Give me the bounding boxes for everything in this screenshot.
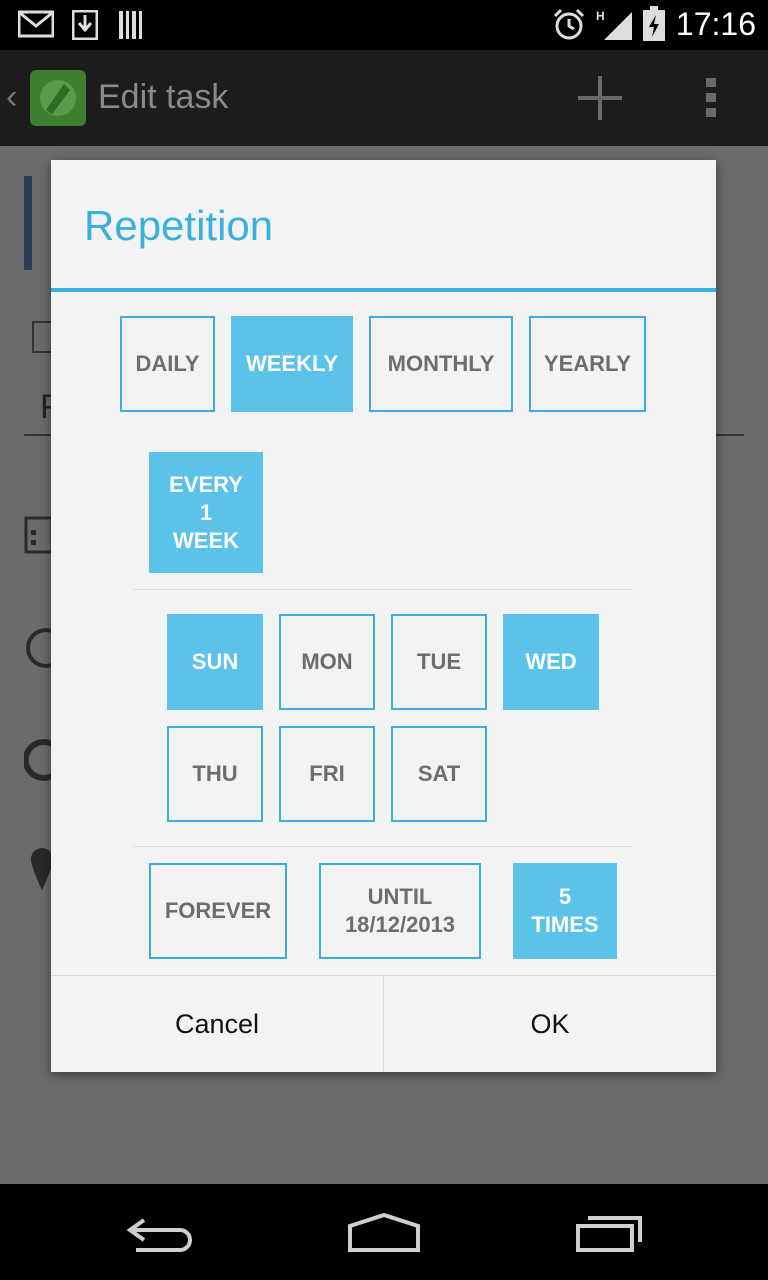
interval-option[interactable]: EVERY 1 WEEK [149,452,263,573]
status-time: 17:16 [675,6,756,42]
dialog-button-bar: Cancel OK [51,975,716,1072]
day-tue-option[interactable]: TUE [391,614,487,710]
day-sat-option[interactable]: SAT [391,726,487,822]
end-times-option[interactable]: 5 TIMES [513,863,617,959]
overflow-menu-icon[interactable] [704,76,720,120]
title-field-edge [24,176,32,270]
download-icon [71,9,99,45]
status-bar: H 17:16 [0,0,768,50]
app-logo-icon[interactable] [30,70,86,126]
navigation-bar [0,1184,768,1280]
frequency-yearly-option[interactable]: YEARLY [529,316,646,412]
back-icon[interactable] [124,1214,196,1254]
calendar-icon [24,512,54,564]
day-mon-option[interactable]: MON [279,614,375,710]
frequency-monthly-option[interactable]: MONTHLY [369,316,513,412]
signal-h-icon: H [596,8,634,47]
day-fri-option[interactable]: FRI [279,726,375,822]
gmail-icon [17,10,55,43]
recent-apps-icon[interactable] [574,1214,646,1254]
action-bar: ‹ Edit task [0,50,768,146]
repeat-icon [22,736,54,792]
alarm-icon [552,8,586,47]
ok-button[interactable]: OK [383,976,716,1072]
battery-charging-icon [642,6,666,47]
frequency-daily-option[interactable]: DAILY [120,316,215,412]
add-icon[interactable] [576,74,624,122]
alarm-icon [24,624,66,678]
back-chevron-icon[interactable]: ‹ [6,78,17,117]
repetition-dialog: Repetition DAILY WEEKLY MONTHLY YEARLY E… [51,160,716,1072]
section-divider [133,589,633,590]
dialog-title: Repetition [84,202,274,249]
day-thu-option[interactable]: THU [167,726,263,822]
frequency-weekly-option[interactable]: WEEKLY [231,316,353,412]
day-sun-option[interactable]: SUN [167,614,263,710]
action-bar-title: Edit task [98,78,229,116]
barcode-icon [118,10,146,45]
end-forever-option[interactable]: FOREVER [149,863,287,959]
cancel-button[interactable]: Cancel [51,976,383,1072]
section-divider [133,846,633,847]
svg-text:H: H [596,9,605,23]
home-icon[interactable] [346,1212,422,1254]
day-wed-option[interactable]: WED [503,614,599,710]
title-divider [51,288,716,292]
end-until-date-option[interactable]: UNTIL 18/12/2013 [319,863,481,959]
